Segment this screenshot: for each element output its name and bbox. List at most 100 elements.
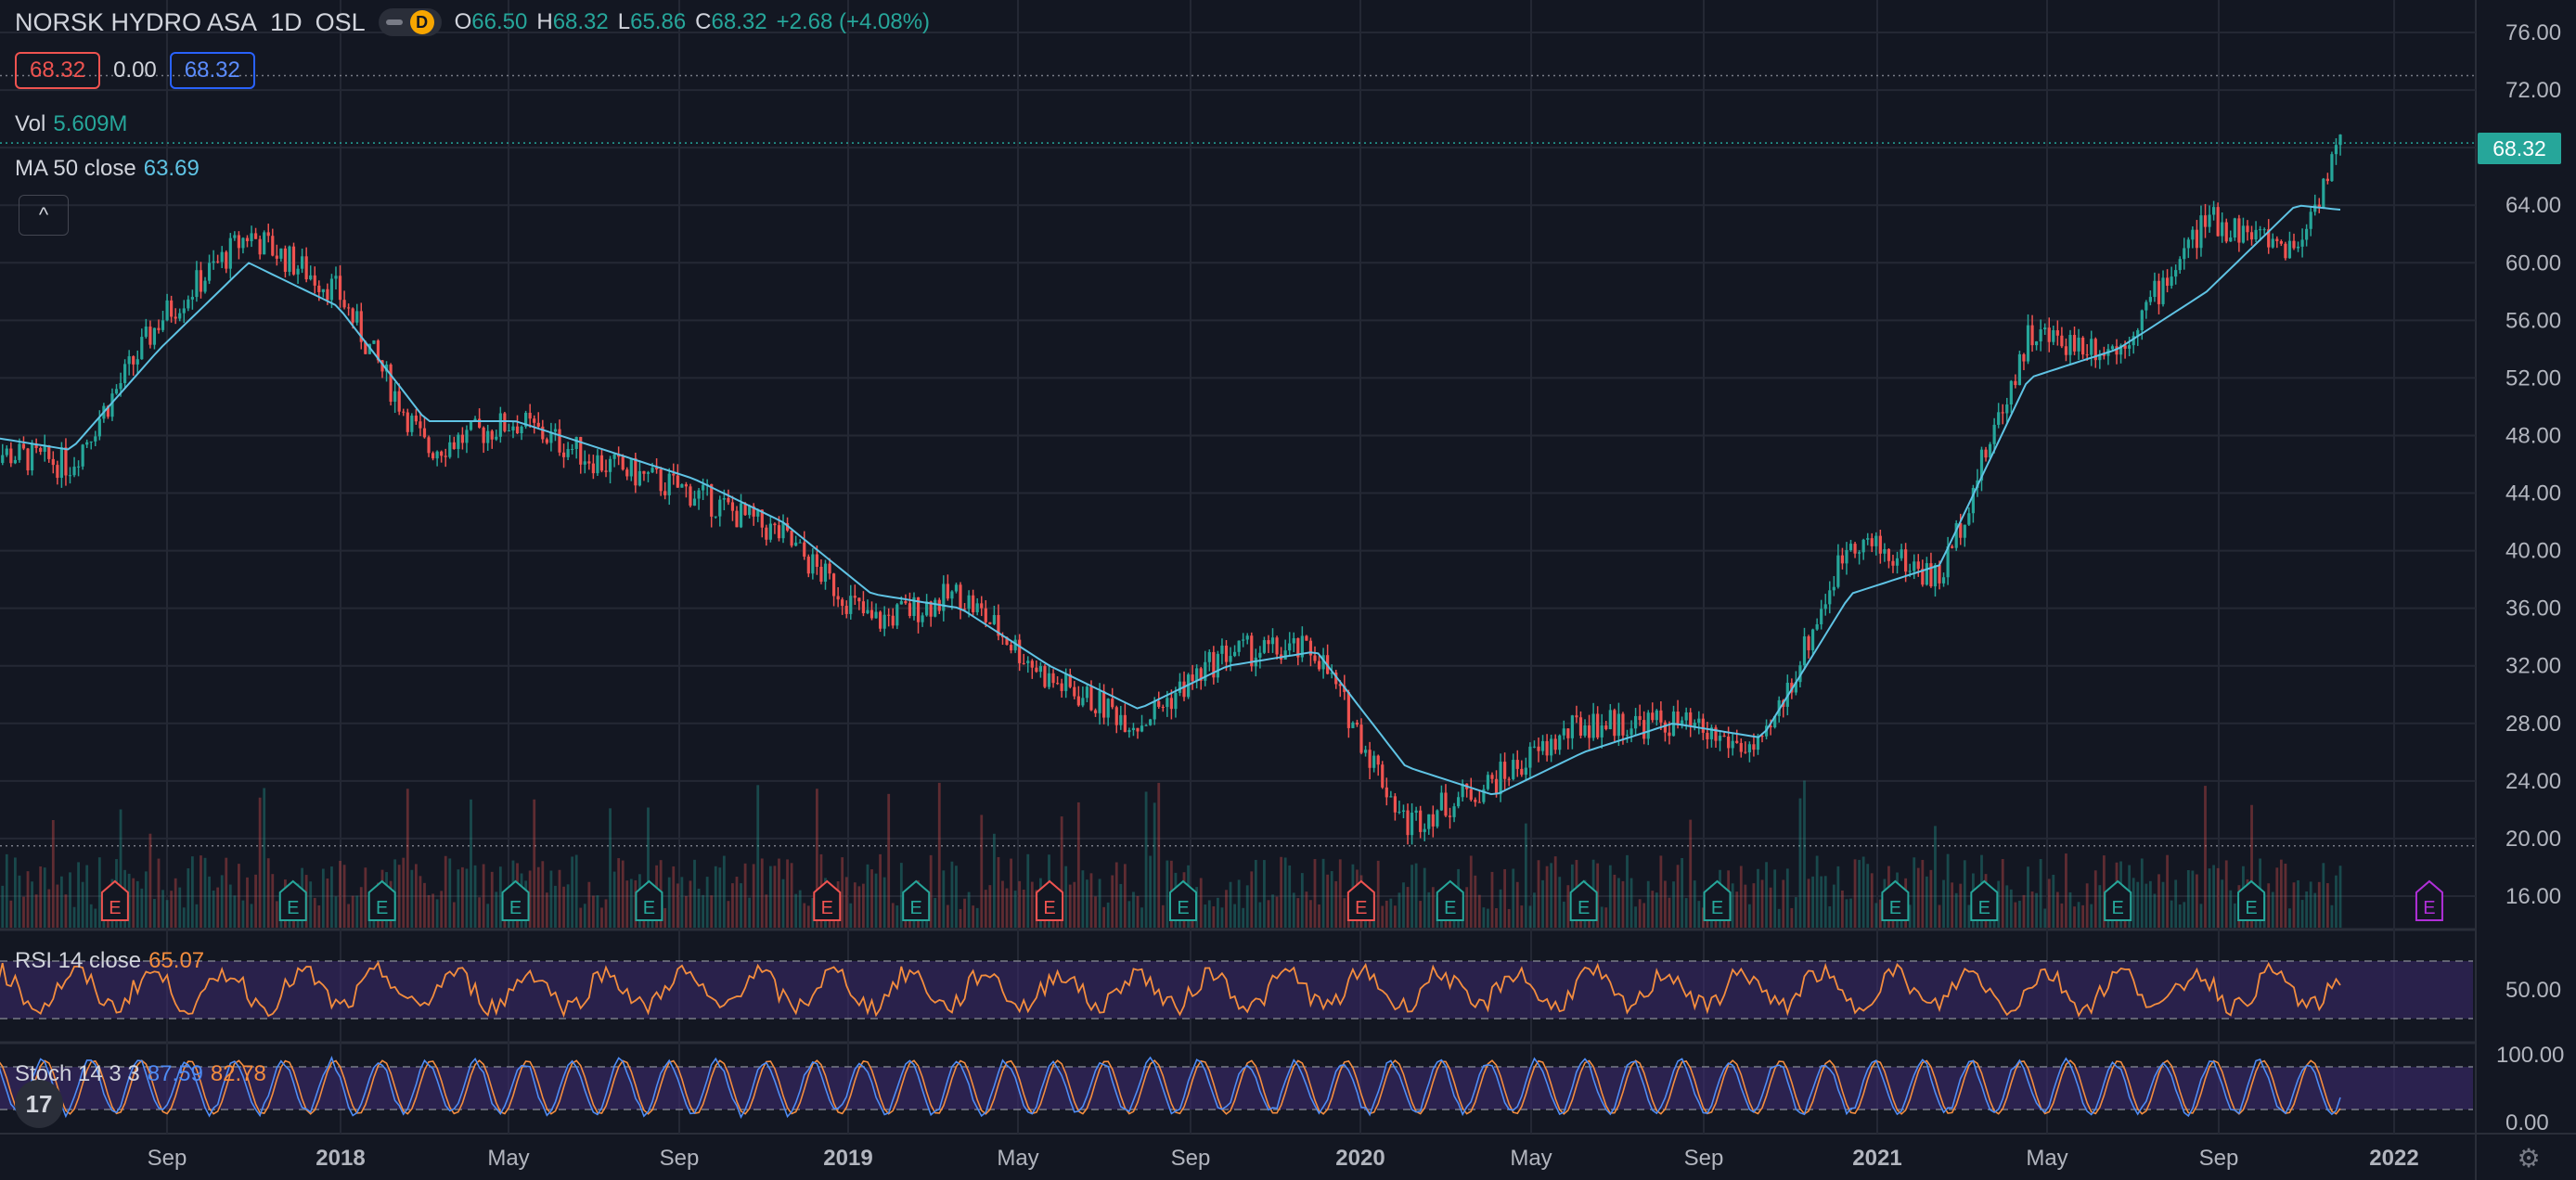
- minus-icon: [385, 19, 403, 25]
- volume-bar: [2178, 904, 2182, 928]
- candle-body: [1452, 806, 1456, 817]
- candle-body: [1351, 722, 1355, 728]
- settings-icon[interactable]: ⚙: [2515, 1145, 2543, 1173]
- price-tick-label: 48.00: [2505, 423, 2561, 448]
- candle-body: [2005, 404, 2009, 414]
- candle-body: [178, 313, 182, 319]
- sell-price-box[interactable]: 68.32: [15, 52, 101, 89]
- collapse-legend-button[interactable]: ^: [19, 195, 69, 236]
- volume-bar: [1858, 859, 1861, 928]
- candle-body: [650, 468, 654, 473]
- buy-price-box[interactable]: 68.32: [169, 52, 255, 89]
- volume-bar: [1393, 905, 1397, 928]
- candle-body: [123, 364, 127, 383]
- exchange: OSL: [315, 7, 366, 36]
- candle-body: [1578, 717, 1583, 736]
- volume-bar: [1925, 876, 1928, 928]
- volume-bar: [955, 866, 958, 928]
- symbol-legend[interactable]: NORSK HYDRO ASA 1D OSL D O66.50 H68.32 L…: [15, 7, 930, 37]
- rsi-legend[interactable]: RSI 14 close 65.07: [15, 948, 204, 974]
- market-status-pill[interactable]: D: [378, 8, 442, 36]
- price-tick-label: 32.00: [2505, 654, 2561, 679]
- volume-bar: [1790, 907, 1794, 928]
- volume-bar: [1681, 857, 1684, 928]
- candle-body: [1401, 810, 1406, 812]
- volume-bar: [18, 875, 21, 928]
- volume-bar: [2085, 883, 2089, 928]
- candle-body: [730, 502, 735, 511]
- volume-bar: [170, 891, 174, 928]
- candle-body: [1718, 736, 1722, 741]
- candle-body: [457, 434, 460, 449]
- candle-body: [266, 232, 270, 237]
- ma-legend[interactable]: MA 50 close 63.69: [15, 156, 200, 182]
- volume-bar: [1106, 902, 1110, 928]
- candle-body: [1275, 637, 1279, 655]
- candle-body: [908, 603, 912, 617]
- candle-body: [301, 256, 304, 269]
- candle-body: [2035, 341, 2039, 346]
- candle-body: [51, 458, 55, 466]
- candle-body: [689, 486, 692, 507]
- candle-body: [811, 554, 815, 574]
- candle-body: [1047, 673, 1051, 687]
- candle-body: [702, 484, 705, 491]
- candle-body: [1570, 715, 1574, 738]
- candle-body: [2211, 207, 2216, 215]
- volume-legend[interactable]: Vol 5.609M: [15, 111, 127, 137]
- volume-bar: [1465, 887, 1469, 928]
- volume-bar: [419, 876, 422, 928]
- volume-bar: [465, 868, 469, 928]
- volume-bar: [2208, 868, 2211, 928]
- ma-value: 63.69: [143, 156, 200, 181]
- volume-bar: [967, 891, 971, 928]
- candle-body: [1744, 751, 1747, 753]
- candle-body: [1157, 700, 1161, 707]
- candle-body: [967, 595, 971, 609]
- candle-body: [2296, 246, 2300, 249]
- candle-body: [2279, 241, 2283, 244]
- volume-bar: [1533, 892, 1536, 928]
- volume-bar: [2005, 885, 2009, 928]
- candle-body: [338, 276, 342, 301]
- earnings-marker-label: E: [1978, 898, 1990, 918]
- candle-body: [1545, 740, 1549, 756]
- volume-bar: [1773, 869, 1777, 928]
- volume-bar: [2148, 880, 2152, 928]
- price-tick-label: 40.00: [2505, 539, 2561, 564]
- volume-bar: [431, 893, 434, 928]
- candle-body: [444, 455, 447, 457]
- volume-bar: [862, 883, 865, 928]
- volume-bar: [22, 896, 25, 928]
- volume-bar: [212, 890, 215, 928]
- chart-canvas[interactable]: E E E E E E E E E E E E E E E E E E 50.00 100.00 0.00 76.0…: [0, 0, 2576, 1180]
- volume-bar: [2014, 902, 2017, 928]
- volume-bar: [1064, 866, 1068, 928]
- volume-bar: [2039, 859, 2042, 928]
- candle-body: [1739, 742, 1743, 752]
- volume-bar: [866, 864, 869, 928]
- candle-body: [2195, 229, 2199, 249]
- candle-body: [2174, 270, 2178, 277]
- time-tick-label: May: [997, 1146, 1038, 1171]
- candle-body: [1887, 548, 1891, 561]
- volume-bar: [1030, 881, 1034, 928]
- candle-body: [942, 584, 946, 611]
- candle-body: [1035, 667, 1038, 673]
- volume-bar: [1136, 896, 1140, 928]
- volume-bar: [1752, 883, 1756, 928]
- volume-bar: [541, 861, 545, 928]
- candle-body: [844, 606, 848, 614]
- time-tick-label: 2020: [1335, 1146, 1385, 1171]
- time-tick-label: Sep: [2199, 1146, 2239, 1171]
- candle-body: [984, 608, 987, 622]
- volume-bar: [1237, 879, 1241, 928]
- volume-bar: [397, 865, 401, 928]
- volume-bar: [714, 866, 717, 928]
- volume-bar: [849, 903, 853, 928]
- price-tick-label: 60.00: [2505, 250, 2561, 276]
- candle-body: [1038, 666, 1043, 673]
- candle-body: [1355, 722, 1359, 725]
- tradingview-logo-icon[interactable]: 17: [15, 1080, 63, 1128]
- candle-body: [2014, 380, 2017, 386]
